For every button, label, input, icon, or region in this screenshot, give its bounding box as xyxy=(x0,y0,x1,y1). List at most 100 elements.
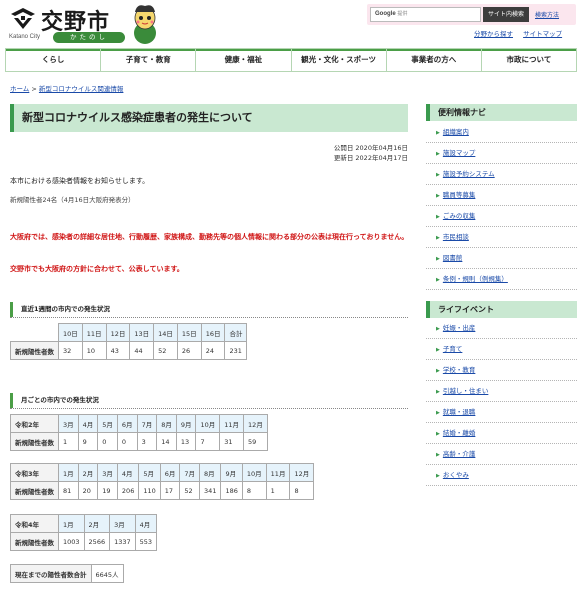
sidebar-item[interactable]: ▶ 条例・規則（例規集） xyxy=(426,269,577,290)
table-cell: 0 xyxy=(97,432,118,451)
sidebar-item[interactable]: ▶ 施設マップ xyxy=(426,143,577,164)
table-header-cell: 5月 xyxy=(138,463,161,482)
breadcrumb-home[interactable]: ホーム xyxy=(10,85,29,93)
search-provider-label: Google xyxy=(375,11,396,17)
table-header-cell: 5月 xyxy=(97,414,118,433)
table-cell: 59 xyxy=(243,432,268,451)
table-header-cell: 6月 xyxy=(159,463,181,482)
nav-item-health[interactable]: 健康・福祉 xyxy=(196,49,292,71)
search-input[interactable]: Google 提供 xyxy=(370,7,481,22)
table-header-cell: 11日 xyxy=(81,323,107,342)
year-label: 令和2年 xyxy=(10,414,59,433)
city-emblem-icon xyxy=(11,8,35,29)
arrow-right-icon: ▶ xyxy=(436,235,440,241)
sidebar-item-label: 条例・規則（例規集） xyxy=(442,275,508,283)
search-help-link[interactable]: 検索方法 xyxy=(535,10,559,19)
arrow-right-icon: ▶ xyxy=(436,452,440,458)
table-cell: 1 xyxy=(265,481,291,500)
sidebar-item-label: 高齢・介護 xyxy=(442,450,476,458)
sidebar-item[interactable]: ▶ 施設予約システム xyxy=(426,164,577,185)
new-cases-note: 新規陽性者24名（4月16日大阪府発表分） xyxy=(10,196,135,204)
table-header-cell: 10日 xyxy=(58,323,83,342)
sidebar-item[interactable]: ▶ 子育て xyxy=(426,339,577,360)
table-header-cell: 3月 xyxy=(97,463,118,482)
year-label: 令和4年 xyxy=(10,514,59,533)
logo-subtitle-jp: かたのし xyxy=(53,32,125,43)
table-cell: 186 xyxy=(220,481,243,500)
table-cell: 110 xyxy=(138,481,161,500)
table-header-cell: 10月 xyxy=(241,463,267,482)
table-cell: 1003 xyxy=(58,532,85,551)
table-header-row: 10日 11日 12日 13日 14日 15日 16日 合計 xyxy=(11,323,248,342)
sidebar-item-label: 市民相談 xyxy=(442,233,469,241)
table-header-cell: 9月 xyxy=(175,414,197,433)
table-header-row: 令和2年 3月 4月 5月 6月 7月 8月 9月 10月 11月 12月 xyxy=(10,414,268,433)
sidebar-item[interactable]: ▶ 市民相談 xyxy=(426,227,577,248)
sidebar-item[interactable]: ▶ 引越し・住まい xyxy=(426,381,577,402)
sidebar-item[interactable]: ▶ 学校・教育 xyxy=(426,360,577,381)
sidebar-item[interactable]: ▶ おくやみ xyxy=(426,465,577,486)
arrow-right-icon: ▶ xyxy=(436,473,440,479)
table-cell: 52 xyxy=(179,481,201,500)
sidebar-item-label: 学校・教育 xyxy=(442,366,476,374)
sidebar-item[interactable]: ▶ 妊娠・出産 xyxy=(426,318,577,339)
arrow-right-icon: ▶ xyxy=(436,368,440,374)
table-cell: 2566 xyxy=(83,532,111,551)
total-table: 現在までの陽性者数合計 6645人 xyxy=(10,564,124,583)
breadcrumb-current[interactable]: 新型コロナウイルス関連情報 xyxy=(39,85,124,93)
total-label: 現在までの陽性者数合計 xyxy=(10,564,92,583)
nav-item-government[interactable]: 市政について xyxy=(481,49,577,71)
table-cell: 553 xyxy=(134,532,158,551)
privacy-notice: 大阪府では、感染者の詳細な居住地、行動履歴、家族構成、勤務先等の個人情報に関わる… xyxy=(10,233,409,241)
table-header-cell: 9月 xyxy=(220,463,243,482)
table-cell: 1337 xyxy=(109,532,136,551)
arrow-right-icon: ▶ xyxy=(436,214,440,220)
table-header-cell: 8月 xyxy=(156,414,177,433)
utility-links: 分野から探す サイトマップ xyxy=(466,28,562,38)
search-button[interactable]: サイト内検索 xyxy=(483,7,529,22)
table-header-cell: 12月 xyxy=(243,414,268,433)
table-header-row: 令和3年 1月 2月 3月 4月 5月 6月 7月 8月 9月 10月 11月 … xyxy=(10,463,315,482)
arrow-right-icon: ▶ xyxy=(436,326,440,332)
sidebar-item-label: 施設予約システム xyxy=(442,170,495,178)
arrow-right-icon: ▶ xyxy=(436,172,440,178)
arrow-right-icon: ▶ xyxy=(436,389,440,395)
monthly-table-r2: 令和2年 3月 4月 5月 6月 7月 8月 9月 10月 11月 12月 新規… xyxy=(10,414,268,451)
sidebar-item[interactable]: ▶ 組織案内 xyxy=(426,122,577,143)
nav-item-childcare[interactable]: 子育て・教育 xyxy=(101,49,197,71)
logo-subtitle-en: Katano City xyxy=(9,34,41,40)
weekly-section-heading: 直近1週間の市内での発生状況 xyxy=(10,302,408,318)
sidebar-item[interactable]: ▶ 就職・退職 xyxy=(426,402,577,423)
sidebar-item[interactable]: ▶ 職員等募集 xyxy=(426,185,577,206)
nav-item-business[interactable]: 事業者の方へ xyxy=(386,49,482,71)
table-cell: 231 xyxy=(224,341,248,360)
sitemap-link[interactable]: サイトマップ xyxy=(523,30,562,38)
row-label: 新規陽性者数 xyxy=(10,481,59,500)
table-cell: 9 xyxy=(77,432,99,451)
sidebar-item[interactable]: ▶ 結婚・離婚 xyxy=(426,423,577,444)
table-header-cell: 10月 xyxy=(195,414,221,433)
sidebar-item-label: 妊娠・出産 xyxy=(442,324,476,332)
nav-item-tourism[interactable]: 観光・文化・スポーツ xyxy=(291,49,387,71)
total-value: 6645人 xyxy=(90,564,124,583)
mascot-character-icon xyxy=(134,5,156,44)
table-cell: 13 xyxy=(175,432,197,451)
table-header-cell: 16日 xyxy=(200,323,226,342)
sidebar-item-label: 施設マップ xyxy=(442,149,476,157)
table-cell: 24 xyxy=(200,341,226,360)
sidebar-item[interactable]: ▶ ごみの収集 xyxy=(426,206,577,227)
sidebar-item[interactable]: ▶ 高齢・介護 xyxy=(426,444,577,465)
sidebar-item[interactable]: ▶ 図書館 xyxy=(426,248,577,269)
table-cell: 8 xyxy=(241,481,267,500)
site-header: 交野市 Katano City かたのし Google 提供 サイト内検索 検索… xyxy=(0,0,580,46)
table-cell: 32 xyxy=(58,341,83,360)
arrow-right-icon: ▶ xyxy=(436,130,440,136)
monthly-section-heading: 月ごとの市内での発生状況 xyxy=(10,393,408,409)
table-header-cell: 4月 xyxy=(116,463,140,482)
table-header-cell: 8月 xyxy=(199,463,222,482)
nav-item-living[interactable]: くらし xyxy=(6,49,102,71)
browse-by-field-link[interactable]: 分野から探す xyxy=(474,30,513,38)
table-header-cell: 11月 xyxy=(219,414,245,433)
sidebar-item-label: 子育て xyxy=(442,345,463,353)
table-header-cell: 4月 xyxy=(134,514,158,533)
